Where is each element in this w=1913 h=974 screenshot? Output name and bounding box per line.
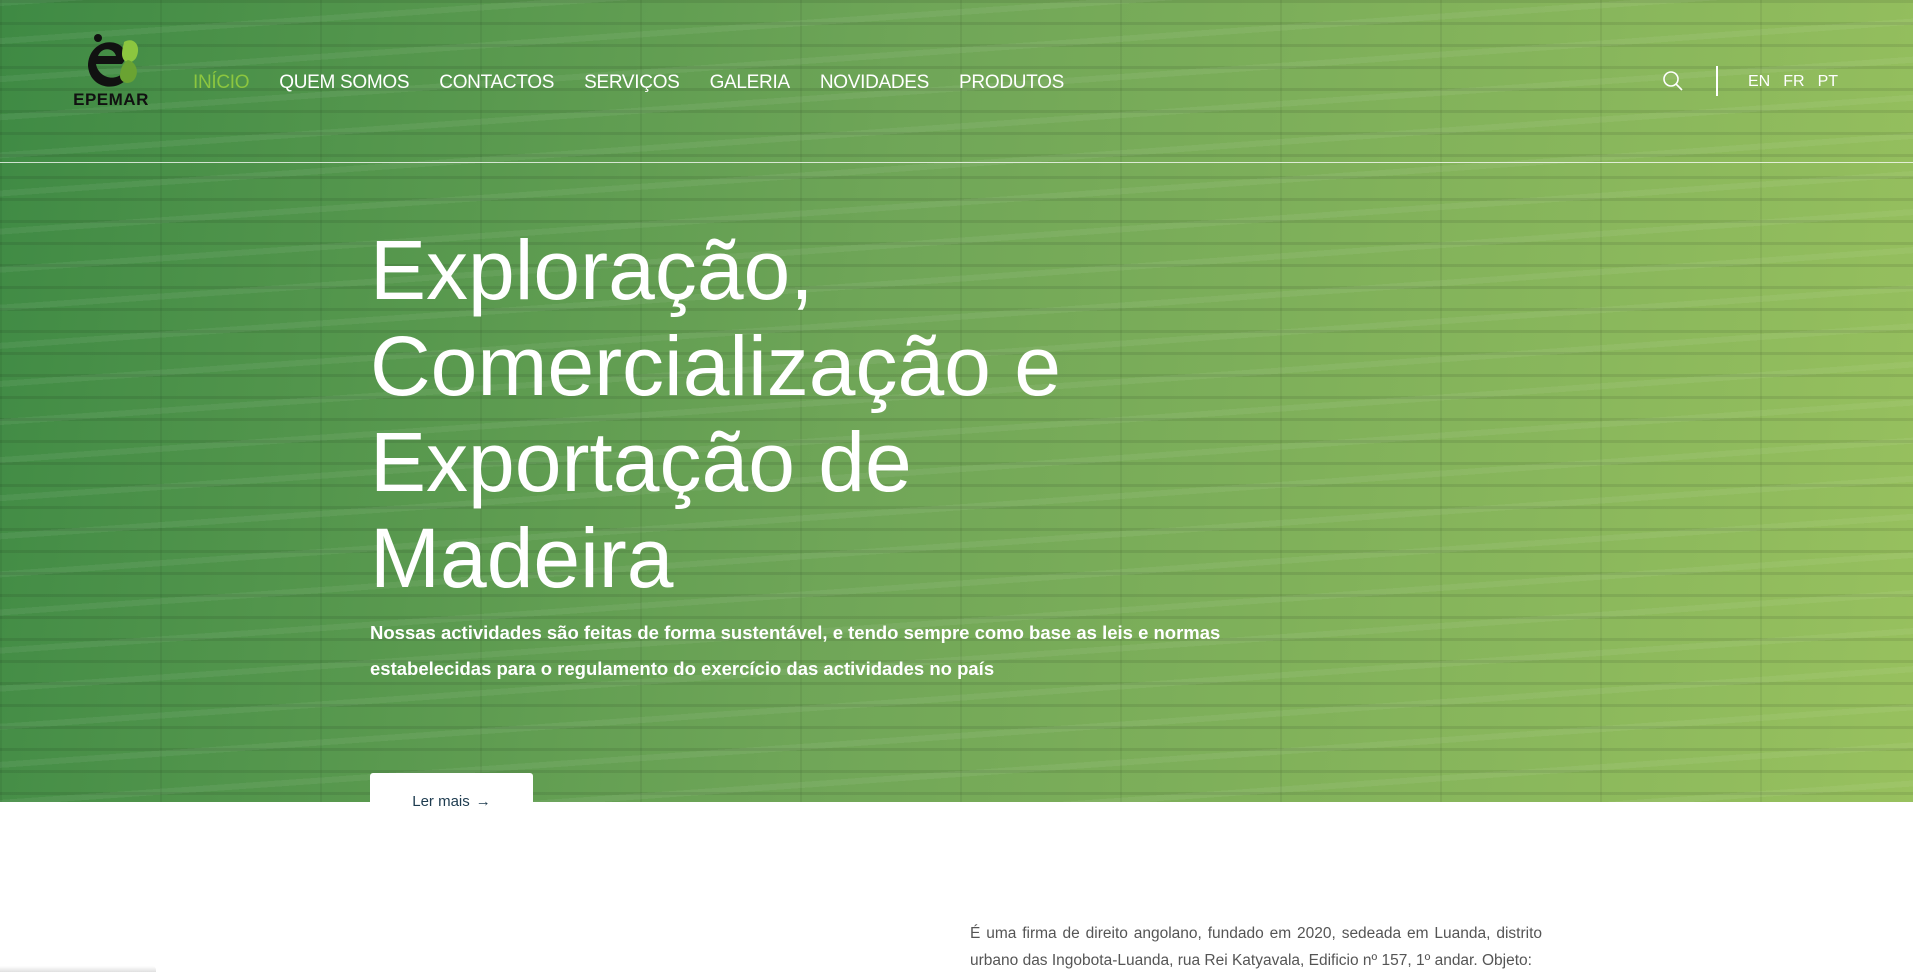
- read-more-label: Ler mais: [412, 793, 470, 810]
- about-text: É uma firma de direito angolano, fundado…: [970, 925, 1542, 969]
- hero-title: Exploração, Comercialização e Exportação…: [370, 223, 1061, 605]
- read-more-button[interactable]: Ler mais →: [370, 773, 533, 831]
- site-header: EPEMAR INÍCIO QUEM SOMOS CONTACTOS SERVI…: [0, 0, 1913, 163]
- nav-item-inicio[interactable]: INÍCIO: [193, 72, 250, 94]
- nav-item-contactos[interactable]: CONTACTOS: [439, 72, 554, 94]
- language-switcher: EN FR PT: [1748, 73, 1851, 91]
- logo-text: EPEMAR: [73, 90, 149, 109]
- cookie-bar-edge: [0, 966, 156, 972]
- nav-item-quem-somos[interactable]: QUEM SOMOS: [279, 72, 409, 94]
- lang-en[interactable]: EN: [1748, 73, 1770, 91]
- search-icon[interactable]: [1662, 70, 1684, 92]
- logo-icon: [88, 34, 139, 87]
- lang-pt[interactable]: PT: [1818, 73, 1838, 91]
- nav-item-galeria[interactable]: GALERIA: [710, 72, 791, 94]
- header-divider: [1716, 66, 1718, 96]
- logo[interactable]: EPEMAR: [68, 32, 154, 114]
- nav-item-produtos[interactable]: PRODUTOS: [959, 72, 1064, 94]
- nav-item-novidades[interactable]: NOVIDADES: [820, 72, 930, 94]
- hero-section: EPEMAR INÍCIO QUEM SOMOS CONTACTOS SERVI…: [0, 0, 1913, 802]
- lang-fr[interactable]: FR: [1783, 73, 1804, 91]
- arrow-right-icon: →: [475, 793, 491, 810]
- hero-subtitle: Nossas actividades são feitas de forma s…: [370, 622, 1221, 679]
- main-nav: INÍCIO QUEM SOMOS CONTACTOS SERVIÇOS GAL…: [193, 72, 1094, 94]
- nav-item-servicos[interactable]: SERVIÇOS: [584, 72, 680, 94]
